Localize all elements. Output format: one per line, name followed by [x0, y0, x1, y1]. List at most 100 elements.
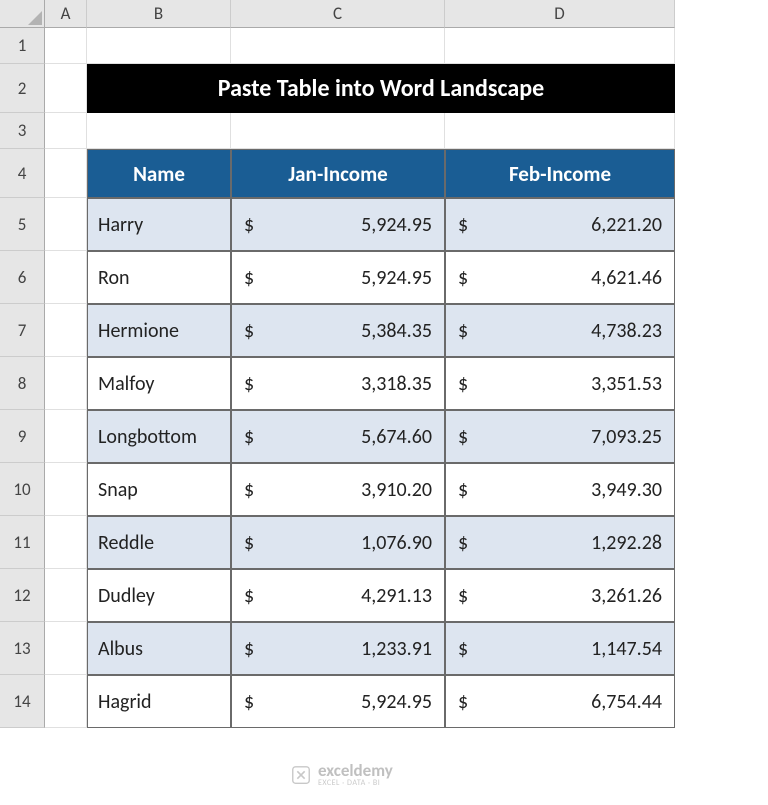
currency-symbol: $	[456, 531, 468, 555]
table-row[interactable]: $1,233.91	[231, 622, 445, 675]
row-header-5[interactable]: 5	[0, 198, 45, 251]
cell-value: 6,221.20	[591, 213, 664, 237]
col-header-D[interactable]: D	[445, 0, 675, 28]
cell-value: 3,261.26	[591, 584, 664, 608]
cell-value: 3,318.35	[361, 372, 434, 396]
col-header-B[interactable]: B	[87, 0, 231, 28]
cell-A1[interactable]	[45, 28, 87, 64]
table-row[interactable]: $7,093.25	[445, 410, 675, 463]
cell-A3[interactable]	[45, 113, 87, 149]
select-all-corner[interactable]	[0, 0, 45, 28]
table-row[interactable]: Harry	[87, 198, 231, 251]
currency-symbol: $	[456, 584, 468, 608]
cell-B1[interactable]	[87, 28, 231, 64]
table-header-name[interactable]: Name	[87, 149, 231, 198]
title-cell[interactable]: Paste Table into Word Landscape	[87, 64, 675, 113]
cell-B3[interactable]	[87, 113, 231, 149]
currency-symbol: $	[456, 690, 468, 714]
table-row[interactable]: $1,076.90	[231, 516, 445, 569]
table-row[interactable]: Malfoy	[87, 357, 231, 410]
cell-A9[interactable]	[45, 410, 87, 463]
table-row[interactable]: Snap	[87, 463, 231, 516]
row-header-4[interactable]: 4	[0, 149, 45, 198]
cell-C3[interactable]	[231, 113, 445, 149]
cell-A8[interactable]	[45, 357, 87, 410]
spreadsheet-grid: A B C D 1 2 Paste Table into Word Landsc…	[0, 0, 768, 728]
currency-symbol: $	[456, 319, 468, 343]
row-header-1[interactable]: 1	[0, 28, 45, 64]
cell-value: 1,147.54	[591, 637, 664, 661]
table-row[interactable]: Albus	[87, 622, 231, 675]
row-header-10[interactable]: 10	[0, 463, 45, 516]
table-row[interactable]: $3,318.35	[231, 357, 445, 410]
currency-symbol: $	[242, 690, 254, 714]
currency-symbol: $	[456, 425, 468, 449]
cell-value: 1,233.91	[361, 637, 434, 661]
row-header-8[interactable]: 8	[0, 357, 45, 410]
watermark: exceldemy EXCEL · DATA · BI	[290, 762, 393, 787]
cell-value: 1,292.28	[591, 531, 664, 555]
cell-A7[interactable]	[45, 304, 87, 357]
col-header-C[interactable]: C	[231, 0, 445, 28]
cell-D1[interactable]	[445, 28, 675, 64]
cell-A11[interactable]	[45, 516, 87, 569]
table-row[interactable]: $1,147.54	[445, 622, 675, 675]
row-header-2[interactable]: 2	[0, 64, 45, 113]
watermark-main: exceldemy	[318, 762, 393, 779]
currency-symbol: $	[456, 372, 468, 396]
row-header-7[interactable]: 7	[0, 304, 45, 357]
table-row[interactable]: $3,351.53	[445, 357, 675, 410]
exceldemy-logo-icon	[290, 764, 312, 786]
cell-A4[interactable]	[45, 149, 87, 198]
table-row[interactable]: Ron	[87, 251, 231, 304]
table-row[interactable]: Reddle	[87, 516, 231, 569]
cell-value: 4,291.13	[361, 584, 434, 608]
row-header-6[interactable]: 6	[0, 251, 45, 304]
row-header-9[interactable]: 9	[0, 410, 45, 463]
cell-value: 4,738.23	[591, 319, 664, 343]
table-row[interactable]: $3,261.26	[445, 569, 675, 622]
row-header-3[interactable]: 3	[0, 113, 45, 149]
table-row[interactable]: Longbottom	[87, 410, 231, 463]
row-header-12[interactable]: 12	[0, 569, 45, 622]
cell-value: 3,949.30	[591, 478, 664, 502]
cell-value: 7,093.25	[591, 425, 664, 449]
row-header-14[interactable]: 14	[0, 675, 45, 728]
table-row[interactable]: Dudley	[87, 569, 231, 622]
cell-value: 5,924.95	[361, 213, 434, 237]
table-row[interactable]: $5,674.60	[231, 410, 445, 463]
cell-value: 5,924.95	[361, 690, 434, 714]
cell-A12[interactable]	[45, 569, 87, 622]
cell-A2[interactable]	[45, 64, 87, 113]
cell-value: 1,076.90	[361, 531, 434, 555]
row-header-13[interactable]: 13	[0, 622, 45, 675]
table-row[interactable]: $4,738.23	[445, 304, 675, 357]
table-header-jan[interactable]: Jan-Income	[231, 149, 445, 198]
table-row[interactable]: $5,924.95	[231, 251, 445, 304]
cell-A10[interactable]	[45, 463, 87, 516]
row-header-11[interactable]: 11	[0, 516, 45, 569]
table-row[interactable]: $3,949.30	[445, 463, 675, 516]
cell-A14[interactable]	[45, 675, 87, 728]
table-header-feb[interactable]: Feb-Income	[445, 149, 675, 198]
table-row[interactable]: Hermione	[87, 304, 231, 357]
table-row[interactable]: $5,924.95	[231, 198, 445, 251]
currency-symbol: $	[242, 584, 254, 608]
table-row[interactable]: $4,291.13	[231, 569, 445, 622]
cell-value: 3,351.53	[591, 372, 664, 396]
cell-D3[interactable]	[445, 113, 675, 149]
cell-A6[interactable]	[45, 251, 87, 304]
cell-C1[interactable]	[231, 28, 445, 64]
table-row[interactable]: $5,924.95	[231, 675, 445, 728]
cell-A5[interactable]	[45, 198, 87, 251]
table-row[interactable]: $6,754.44	[445, 675, 675, 728]
table-row[interactable]: $6,221.20	[445, 198, 675, 251]
cell-value: 4,621.46	[591, 266, 664, 290]
cell-A13[interactable]	[45, 622, 87, 675]
col-header-A[interactable]: A	[45, 0, 87, 28]
table-row[interactable]: $1,292.28	[445, 516, 675, 569]
table-row[interactable]: $5,384.35	[231, 304, 445, 357]
table-row[interactable]: $3,910.20	[231, 463, 445, 516]
table-row[interactable]: $4,621.46	[445, 251, 675, 304]
table-row[interactable]: Hagrid	[87, 675, 231, 728]
